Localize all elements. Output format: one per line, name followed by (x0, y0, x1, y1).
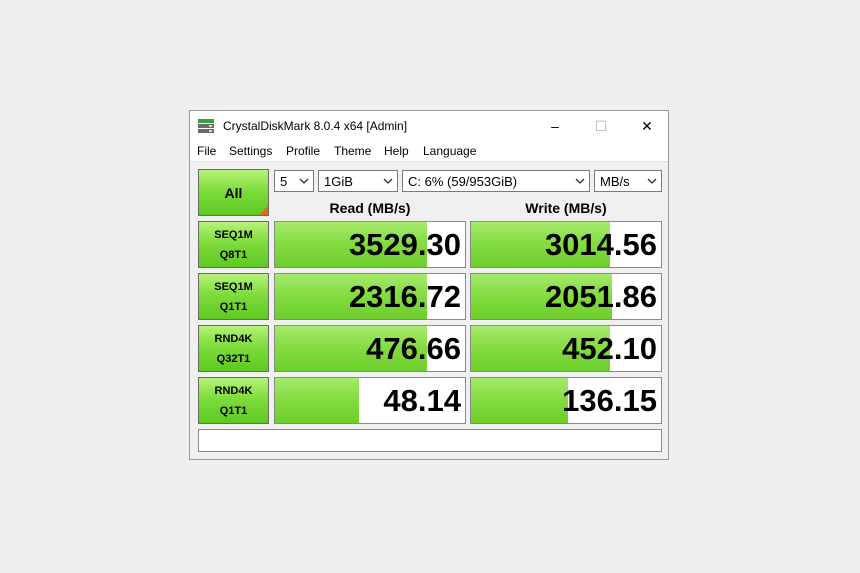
app-window: CrystalDiskMark 8.0.4 x64 [Admin] – ☐ ✕ … (189, 110, 669, 460)
title-bar[interactable]: CrystalDiskMark 8.0.4 x64 [Admin] – ☐ ✕ (190, 111, 668, 141)
drive-value: C: 6% (59/953GiB) (408, 173, 518, 189)
test-button-line1: SEQ1M (214, 280, 253, 293)
drive-select[interactable]: C: 6% (59/953GiB) (402, 170, 590, 192)
test-size-select[interactable]: 1GiB (318, 170, 398, 192)
write-result-cell: 2051.86 (470, 273, 662, 320)
menu-language[interactable]: Language (423, 144, 476, 158)
chevron-down-icon (299, 178, 309, 184)
all-button[interactable]: All (198, 169, 269, 216)
write-fill-bar (471, 378, 568, 423)
read-result-cell: 3529.30 (274, 221, 466, 268)
read-result-cell: 48.14 (274, 377, 466, 424)
read-fill-bar (275, 378, 359, 423)
minimize-icon: – (551, 118, 559, 134)
menu-theme[interactable]: Theme (334, 144, 371, 158)
all-button-label: All (224, 184, 243, 201)
read-column-header: Read (MB/s) (329, 200, 411, 216)
test-button-line2: Q1T1 (219, 300, 248, 313)
read-result-value: 476.66 (366, 331, 461, 366)
menu-help[interactable]: Help (384, 144, 409, 158)
test-button-line2: Q32T1 (216, 352, 251, 365)
write-result-value: 136.15 (562, 383, 657, 418)
test-button-line1: RND4K (214, 384, 253, 397)
chevron-down-icon (383, 178, 393, 184)
test-button-line2: Q1T1 (219, 404, 248, 417)
write-result-value: 2051.86 (544, 279, 657, 314)
close-button[interactable]: ✕ (624, 111, 670, 141)
read-result-cell: 2316.72 (274, 273, 466, 320)
unit-value: MB/s (600, 173, 630, 189)
status-bar (198, 429, 662, 452)
write-column-header: Write (MB/s) (525, 200, 607, 216)
test-size-value: 1GiB (324, 173, 353, 189)
write-result-cell: 452.10 (470, 325, 662, 372)
close-icon: ✕ (641, 117, 653, 134)
read-result-value: 2316.72 (348, 279, 461, 314)
window-title: CrystalDiskMark 8.0.4 x64 [Admin] (223, 119, 408, 133)
write-result-value: 452.10 (562, 331, 657, 366)
test-count-value: 5 (280, 173, 288, 189)
read-result-value: 3529.30 (348, 227, 461, 262)
write-result-value: 3014.56 (544, 227, 657, 262)
read-result-value: 48.14 (383, 383, 461, 418)
chevron-down-icon (575, 178, 585, 184)
maximize-button[interactable]: ☐ (578, 111, 624, 141)
test-button-seq1m-q1t1[interactable]: SEQ1M Q1T1 (198, 273, 269, 320)
unit-select[interactable]: MB/s (594, 170, 662, 192)
test-button-rnd4k-q1t1[interactable]: RND4K Q1T1 (198, 377, 269, 424)
corner-marker (259, 206, 268, 215)
test-button-rnd4k-q32t1[interactable]: RND4K Q32T1 (198, 325, 269, 372)
minimize-button[interactable]: – (532, 111, 578, 141)
menu-file[interactable]: File (197, 144, 216, 158)
menu-bar: File Settings Profile Theme Help Languag… (190, 141, 668, 162)
menu-settings[interactable]: Settings (229, 144, 272, 158)
app-icon (198, 119, 214, 133)
menu-profile[interactable]: Profile (286, 144, 320, 158)
maximize-icon: ☐ (594, 117, 608, 134)
test-count-select[interactable]: 5 (274, 170, 314, 192)
test-button-seq1m-q8t1[interactable]: SEQ1M Q8T1 (198, 221, 269, 268)
test-button-line1: SEQ1M (214, 228, 253, 241)
read-result-cell: 476.66 (274, 325, 466, 372)
write-result-cell: 136.15 (470, 377, 662, 424)
test-button-line2: Q8T1 (219, 248, 248, 261)
test-button-line1: RND4K (214, 332, 253, 345)
chevron-down-icon (647, 178, 657, 184)
write-result-cell: 3014.56 (470, 221, 662, 268)
